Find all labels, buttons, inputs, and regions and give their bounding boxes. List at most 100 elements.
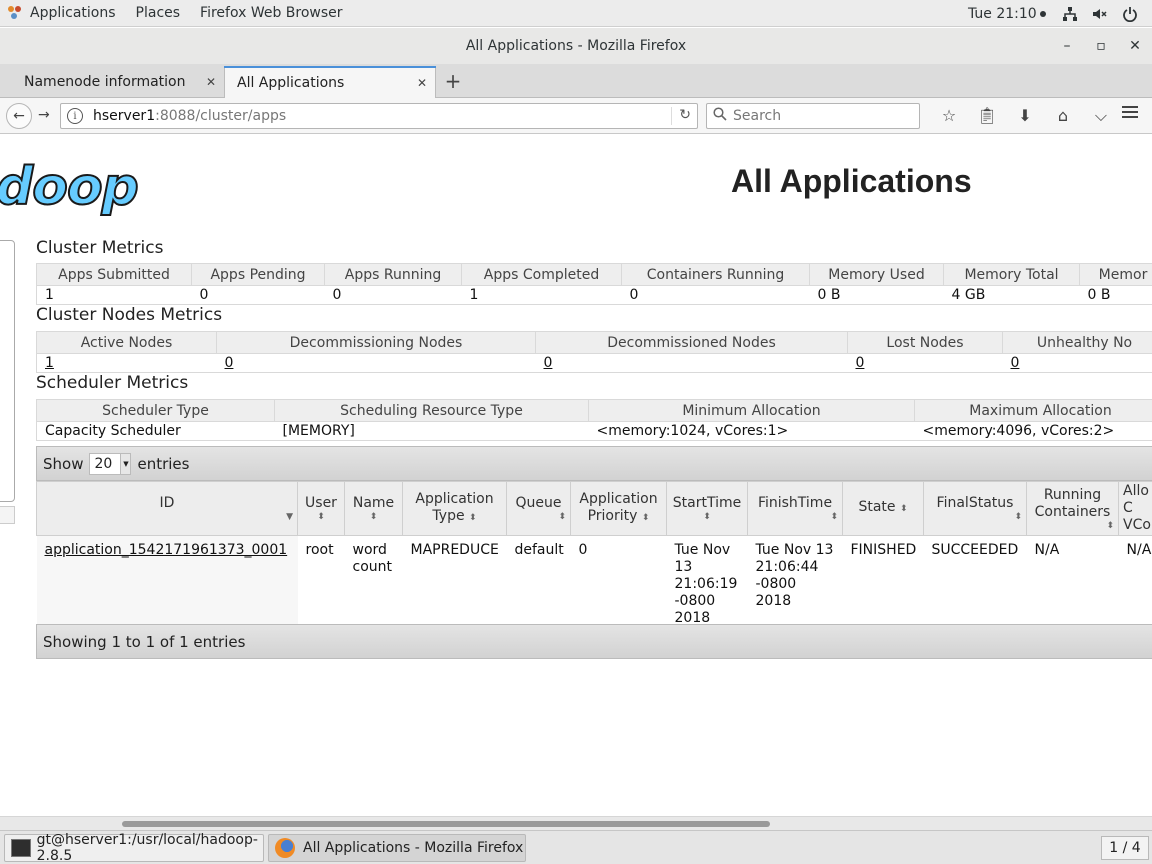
sort-desc-icon: ▼: [286, 512, 293, 522]
column-header-label: Priority: [587, 507, 638, 524]
tab-namenode-information[interactable]: Namenode information ✕: [12, 66, 224, 98]
back-arrow-icon[interactable]: ←: [6, 103, 32, 129]
metric-header: Lost Nodes: [847, 331, 1003, 354]
column-header-user[interactable]: User ⬍: [297, 481, 345, 536]
left-navigation-panel[interactable]: [0, 240, 15, 502]
application-id-link[interactable]: application_1542171961373_0001: [45, 542, 288, 558]
unhealthy-nodes-link[interactable]: 0: [1011, 355, 1020, 371]
column-header-label: Allo: [1123, 483, 1149, 499]
maximize-icon[interactable]: ▫: [1084, 38, 1118, 54]
metric-value: 4 GB: [943, 285, 1080, 305]
downloads-icon[interactable]: ⬇: [1006, 104, 1044, 128]
applications-menu[interactable]: Applications: [0, 0, 126, 27]
metric-header: Active Nodes: [36, 331, 217, 354]
column-header-id[interactable]: ID ▼: [36, 481, 298, 536]
forward-arrow-icon[interactable]: →: [38, 107, 50, 123]
close-tab-icon[interactable]: ✕: [206, 75, 216, 89]
navigation-toolbar: ← → i hserver1:8088/cluster/apps ↻ Searc…: [0, 98, 1152, 134]
cell-finishtime: Tue Nov 13 21:06:44 -0800 2018: [755, 542, 834, 609]
column-header-label: User: [305, 495, 337, 511]
metric-header: Containers Running: [621, 263, 810, 286]
column-header-label: Name: [352, 495, 395, 511]
new-tab-icon[interactable]: +: [442, 68, 464, 94]
active-app-menu[interactable]: Firefox Web Browser: [190, 0, 353, 27]
lost-nodes-link[interactable]: 0: [856, 355, 865, 371]
metric-header: Apps Running: [324, 263, 462, 286]
page-content: doop All Applications Cluster Metrics Ap…: [0, 135, 1152, 816]
left-panel-tools[interactable]: [0, 506, 15, 524]
hamburger-menu-icon[interactable]: [1122, 106, 1138, 120]
metric-value: 0 B: [809, 285, 944, 305]
workspace-switcher[interactable]: 1 / 4: [1101, 836, 1149, 860]
reload-icon[interactable]: ↻: [671, 107, 691, 125]
network-icon: [1062, 6, 1078, 22]
metric-header: Apps Submitted: [36, 263, 192, 286]
column-header-label: FinishTime: [757, 495, 833, 511]
search-placeholder: Search: [733, 108, 782, 124]
close-tab-icon[interactable]: ✕: [417, 76, 427, 90]
notification-dot-icon: [1039, 10, 1046, 17]
tab-all-applications[interactable]: All Applications ✕: [224, 66, 436, 99]
sort-icon: ⬍: [558, 512, 566, 522]
url-path: :8088/cluster/apps: [155, 108, 287, 124]
decommissioned-nodes-link[interactable]: 0: [544, 355, 553, 371]
minimize-icon[interactable]: –: [1050, 38, 1084, 54]
column-header-state[interactable]: State ⬍: [842, 481, 924, 536]
column-header-allocated-vcores[interactable]: Allo C VCo: [1118, 481, 1152, 536]
decommissioning-nodes-link[interactable]: 0: [225, 355, 234, 371]
datatable-info-bar: Showing 1 to 1 of 1 entries: [36, 624, 1152, 659]
search-input[interactable]: Search: [706, 103, 920, 129]
horizontal-scrollbar[interactable]: [0, 816, 1152, 830]
system-tray[interactable]: [1062, 0, 1138, 27]
metric-value: 0: [324, 285, 462, 305]
metric-value: [MEMORY]: [274, 421, 589, 441]
reading-list-icon[interactable]: 📋︎: [968, 104, 1006, 128]
pocket-icon[interactable]: ⌵: [1082, 104, 1120, 128]
taskbar-item-firefox[interactable]: All Applications - Mozilla Firefox: [268, 834, 526, 862]
sort-icon: ⬍: [641, 512, 650, 523]
metric-value: <memory:4096, vCores:2>: [914, 421, 1152, 441]
column-header-name[interactable]: Name ⬍: [344, 481, 403, 536]
clock[interactable]: Tue 21:10: [968, 0, 1046, 27]
column-header-label: Containers: [1034, 503, 1111, 520]
hadoop-logo[interactable]: doop: [0, 156, 140, 218]
taskbar-item-terminal[interactable]: gt@hserver1:/usr/local/hadoop-2.8.5: [4, 832, 264, 864]
site-info-icon[interactable]: i: [67, 108, 83, 124]
home-icon[interactable]: ⌂: [1044, 104, 1082, 128]
window-titlebar[interactable]: All Applications - Mozilla Firefox – ▫ ✕: [0, 28, 1152, 64]
scrollbar-thumb[interactable]: [122, 821, 770, 827]
cell-finalstatus: SUCCEEDED: [931, 542, 1019, 558]
places-menu[interactable]: Places: [126, 0, 191, 27]
scheduler-metrics-table: Scheduler Type Scheduling Resource Type …: [36, 399, 1152, 441]
page-title: All Applications: [731, 163, 972, 199]
metric-value: 0: [621, 285, 810, 305]
column-header-application-type[interactable]: Application Type ⬍: [402, 481, 507, 536]
metric-header: Memor: [1079, 263, 1152, 286]
firefox-icon: [275, 838, 295, 858]
active-nodes-link[interactable]: 1: [45, 355, 54, 371]
page-size-select[interactable]: 20 ▼: [89, 452, 132, 475]
cell-allocated: N/A: [1126, 542, 1152, 558]
places-menu-label: Places: [135, 5, 181, 21]
sort-icon: ⬍: [830, 512, 838, 522]
column-header-finishtime[interactable]: FinishTime ⬍: [747, 481, 843, 536]
tab-label: All Applications: [237, 75, 345, 91]
column-header-finalstatus[interactable]: FinalStatus ⬍: [923, 481, 1027, 536]
close-window-icon[interactable]: ✕: [1118, 38, 1152, 54]
column-header-label: C: [1123, 500, 1133, 516]
metric-header: Unhealthy No: [1002, 331, 1152, 354]
sort-icon: ⬍: [469, 512, 477, 523]
metric-header: Scheduling Resource Type: [274, 399, 589, 422]
bookmark-star-icon[interactable]: ☆: [930, 104, 968, 128]
column-header-application-priority[interactable]: Application Priority ⬍: [570, 481, 667, 536]
column-header-starttime[interactable]: StartTime ⬍: [666, 481, 748, 536]
active-app-label: Firefox Web Browser: [200, 5, 343, 21]
metric-header: Apps Completed: [461, 263, 622, 286]
page-size-value: 20: [94, 455, 113, 472]
applications-table: ID ▼ User ⬍ Name ⬍ Application Type ⬍ Queue ⬍…: [36, 481, 1152, 627]
column-header-label: Queue: [515, 495, 562, 511]
column-header-label: Application: [579, 490, 658, 507]
column-header-running-containers[interactable]: Running Containers ⬍: [1026, 481, 1119, 536]
url-bar[interactable]: i hserver1:8088/cluster/apps ↻: [60, 103, 698, 129]
column-header-queue[interactable]: Queue ⬍: [506, 481, 571, 536]
